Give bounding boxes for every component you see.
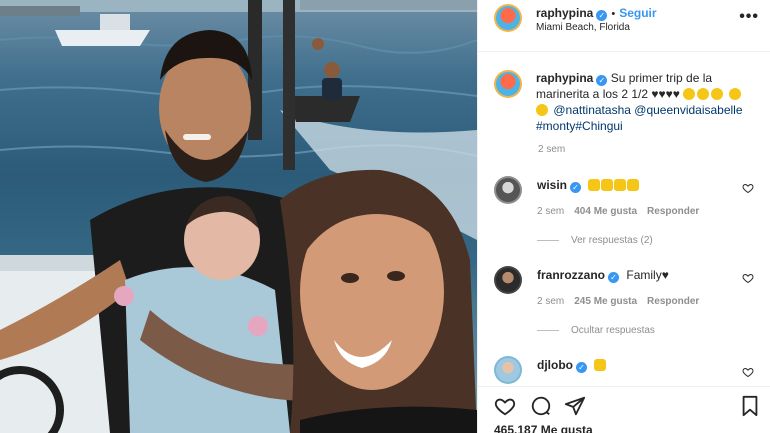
- comment-item: franrozzano ✓ Family♥ 2 sem 245 Me gusta Re…: [494, 266, 764, 346]
- commenter-username[interactable]: franrozzano: [537, 268, 605, 282]
- grinning-emoji-icon: [728, 88, 741, 100]
- comment-text: franrozzano ✓ Family♥: [537, 268, 669, 283]
- bookmark-icon[interactable]: [740, 395, 760, 417]
- comment-meta: 2 sem 404 Me gusta Responder: [537, 206, 709, 217]
- photo-illustration: [0, 0, 477, 433]
- replies-divider: [537, 329, 559, 331]
- post-sidebar: raphypina ✓ • Seguir Miami Beach, Florida •…: [477, 0, 770, 433]
- comment-text: djlobo ✓: [537, 358, 607, 373]
- hashtag-link[interactable]: #monty: [536, 119, 575, 133]
- mention-link[interactable]: @nattinatasha: [553, 103, 631, 117]
- grinning-emoji-icon: [536, 104, 548, 116]
- comment-like-heart-icon[interactable]: [742, 272, 754, 284]
- reply-button[interactable]: Responder: [647, 206, 699, 217]
- separator-dot: •: [611, 8, 616, 20]
- comment-likes[interactable]: 245 Me gusta: [574, 296, 637, 307]
- reply-button[interactable]: Responder: [647, 296, 699, 307]
- comment-emojis: [588, 178, 640, 192]
- commenter-avatar[interactable]: [494, 176, 522, 204]
- raised-hands-emoji-icon: [588, 179, 601, 191]
- hashtag-link[interactable]: #Chingui: [575, 119, 622, 133]
- post-header: raphypina ✓ • Seguir Miami Beach, Florida •…: [478, 0, 770, 52]
- comment-time[interactable]: 2 sem: [537, 296, 564, 307]
- verified-badge-icon: ✓: [596, 75, 608, 86]
- paper-plane-icon[interactable]: [564, 395, 586, 417]
- post-header-title: raphypina ✓ • Seguir: [536, 6, 657, 21]
- raised-hands-emoji-icon: [614, 179, 627, 191]
- comment-time[interactable]: 2 sem: [537, 206, 564, 217]
- verified-badge-icon: ✓: [596, 10, 608, 21]
- comment-meta: 2 sem 245 Me gusta Responder: [537, 296, 709, 307]
- commenter-username[interactable]: wisin: [537, 178, 567, 192]
- caption-time[interactable]: 2 sem: [538, 144, 565, 155]
- comment-like-heart-icon[interactable]: [742, 182, 754, 194]
- grinning-emoji-icon: [711, 88, 724, 100]
- comment-body: Family♥: [626, 268, 669, 282]
- heart-outline-icon[interactable]: [494, 395, 516, 417]
- comment-like-heart-icon[interactable]: [742, 366, 754, 378]
- comment-item: wisin ✓ 2 sem 404 Me gusta Responder Ver re…: [494, 176, 764, 256]
- replies-divider: [537, 239, 559, 241]
- author-username[interactable]: raphypina: [536, 6, 593, 20]
- follow-button[interactable]: Seguir: [619, 6, 656, 20]
- hide-replies-button[interactable]: Ocultar respuestas: [537, 325, 655, 336]
- grinning-emoji-icon: [683, 88, 696, 100]
- raised-hands-emoji-icon: [601, 179, 614, 191]
- more-options-icon[interactable]: •••: [739, 8, 759, 26]
- verified-badge-icon: ✓: [576, 362, 587, 373]
- post-photo[interactable]: [0, 0, 477, 433]
- view-replies-label[interactable]: Ver respuestas (2): [571, 235, 653, 246]
- post-actions-bar: 465.187 Me gusta: [478, 386, 770, 433]
- caption-text: raphypina ✓ Su primer trip de la marineri…: [536, 70, 756, 134]
- caption-author-avatar[interactable]: [494, 70, 522, 98]
- commenter-username[interactable]: djlobo: [537, 358, 573, 372]
- caption-author-username[interactable]: raphypina: [536, 71, 593, 85]
- commenter-avatar[interactable]: [494, 356, 522, 384]
- verified-badge-icon: ✓: [608, 272, 620, 283]
- likes-count[interactable]: 465.187 Me gusta: [494, 423, 593, 433]
- hearts-emoji: ♥♥♥♥: [651, 87, 680, 101]
- comment-bubble-icon[interactable]: [530, 395, 552, 417]
- comment-text: wisin ✓: [537, 178, 640, 193]
- grinning-emoji-icon: [697, 88, 710, 100]
- author-avatar[interactable]: [494, 4, 522, 32]
- hide-replies-label[interactable]: Ocultar respuestas: [571, 325, 655, 336]
- comment-likes[interactable]: 404 Me gusta: [574, 206, 637, 217]
- post-location[interactable]: Miami Beach, Florida: [536, 22, 630, 33]
- comment-item: djlobo ✓: [494, 356, 764, 386]
- praying-hands-emoji-icon: [594, 359, 607, 371]
- clapping-hands-emoji-icon: [627, 179, 640, 191]
- verified-badge-icon: ✓: [570, 182, 582, 193]
- mention-link[interactable]: @queenvidaisabelle: [634, 103, 742, 117]
- instagram-post-view: raphypina ✓ • Seguir Miami Beach, Florida •…: [0, 0, 770, 433]
- commenter-avatar[interactable]: [494, 266, 522, 294]
- view-replies-button[interactable]: Ver respuestas (2): [537, 235, 653, 246]
